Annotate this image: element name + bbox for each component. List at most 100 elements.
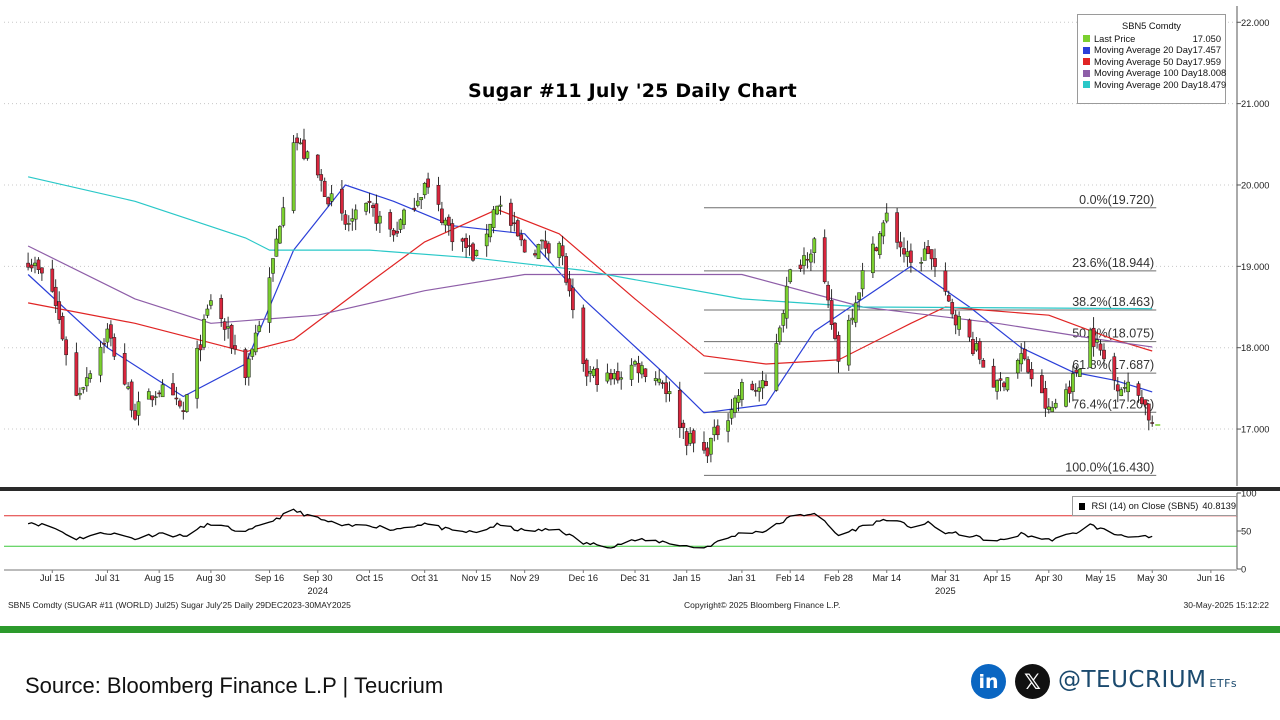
- candle-body: [374, 203, 379, 224]
- candle-body: [919, 262, 924, 264]
- source-caption: Source: Bloomberg Finance L.P | Teucrium: [25, 673, 444, 698]
- candle-body: [619, 377, 624, 380]
- candle-body: [709, 437, 713, 455]
- candle-body: [805, 258, 810, 261]
- candle-body: [174, 397, 179, 400]
- candle-body: [364, 202, 368, 212]
- candle-body: [833, 322, 837, 339]
- candle-body: [760, 380, 765, 389]
- candle-body: [1040, 375, 1044, 394]
- candle-body: [726, 420, 730, 432]
- rsi-axis-label: 100: [1241, 489, 1257, 499]
- candle-body: [1143, 399, 1148, 406]
- legend-entry-name: Moving Average 20 Day: [1094, 45, 1193, 56]
- candle-body: [1046, 406, 1051, 410]
- legend-swatch: [1083, 69, 1090, 77]
- candle-body: [781, 313, 786, 326]
- candle-body: [464, 237, 468, 248]
- rsi-legend-swatch: [1079, 502, 1086, 510]
- candle-body: [298, 142, 303, 145]
- legend-entry: Last Price 17.050: [1078, 33, 1225, 45]
- candle-body: [443, 219, 448, 226]
- candle-body: [315, 154, 320, 176]
- candle-body: [253, 332, 258, 353]
- candle-body: [112, 337, 117, 357]
- candle-body: [850, 317, 855, 321]
- candle-body: [822, 237, 827, 283]
- candle-body: [50, 268, 55, 292]
- candle-body: [557, 242, 562, 258]
- legend-entry: Moving Average 20 Day 17.457: [1078, 45, 1225, 57]
- candle-body: [1015, 360, 1020, 374]
- candle-body: [291, 142, 296, 211]
- candle-body: [226, 326, 230, 329]
- candle-body: [836, 335, 841, 362]
- candle-body: [278, 226, 282, 244]
- candle-body: [595, 368, 599, 385]
- candle-body: [664, 382, 668, 394]
- candle-body: [957, 316, 961, 330]
- candle-body: [181, 410, 186, 412]
- candle-body: [564, 256, 568, 283]
- candle-body: [271, 258, 275, 274]
- candle-body: [750, 383, 755, 391]
- legend-entry-name: Moving Average 100 Day: [1094, 68, 1198, 79]
- candle-body: [412, 207, 417, 211]
- x-axis-label: Apr 15: [983, 573, 1010, 583]
- candle-body: [953, 314, 958, 326]
- rsi-axis-label: 50: [1241, 527, 1251, 537]
- candle-body: [33, 262, 37, 266]
- candle-body: [398, 219, 403, 230]
- candle-body: [729, 409, 734, 419]
- candle-body: [322, 180, 327, 197]
- candle-body: [122, 353, 127, 385]
- candle-body: [995, 380, 999, 392]
- x-axis-label: Jan 31: [728, 573, 756, 583]
- candle-body: [81, 387, 86, 390]
- candle-body: [543, 240, 548, 249]
- candle-body: [591, 369, 596, 377]
- candle-body: [471, 243, 475, 261]
- x-axis-label: Oct 15: [356, 573, 383, 583]
- candle-body: [777, 327, 782, 342]
- candle-body: [826, 284, 830, 301]
- rsi-axis-label: 0: [1241, 565, 1246, 575]
- teucrium-handle[interactable]: @TEUCRIUM ETFs: [1058, 667, 1237, 693]
- x-axis-label: Apr 30: [1035, 573, 1062, 583]
- candle-body: [198, 344, 203, 351]
- candle-body: [981, 360, 986, 368]
- candle-body: [636, 362, 641, 374]
- legend-entry: Moving Average 100 Day 18.008: [1078, 68, 1227, 80]
- x-axis-label: May 15: [1085, 573, 1116, 583]
- candle-body: [1115, 384, 1120, 392]
- candle-body: [640, 365, 644, 375]
- candle-body: [74, 352, 79, 396]
- chart-title: Sugar #11 July '25 Daily Chart: [468, 80, 797, 102]
- candle-body: [881, 222, 886, 237]
- legend-entry-value: 18.479: [1197, 79, 1227, 90]
- legend-entry-value: 17.959: [1192, 56, 1221, 67]
- x-icon[interactable]: 𝕏: [1015, 664, 1050, 699]
- candle-body: [64, 339, 68, 356]
- candle-body: [991, 365, 996, 388]
- candle-body: [257, 325, 262, 332]
- candle-body: [302, 139, 306, 159]
- candle-body: [346, 223, 351, 225]
- candle-body: [712, 426, 717, 436]
- candle-body: [36, 259, 41, 270]
- candle-body: [474, 249, 479, 257]
- candle-body: [295, 137, 299, 144]
- candle-body: [202, 318, 206, 348]
- candle-body: [812, 238, 817, 253]
- legend-entry-name: Moving Average 50 Day: [1094, 56, 1193, 67]
- legend-entry-value: 18.008: [1197, 68, 1227, 79]
- linkedin-icon[interactable]: in: [971, 664, 1006, 699]
- candle-body: [367, 200, 372, 203]
- price-axis-label: 18.000: [1241, 343, 1269, 353]
- candle-body: [53, 286, 58, 306]
- candle-body: [733, 397, 737, 413]
- candle-body: [509, 202, 513, 226]
- candle-body: [977, 341, 982, 360]
- legend-swatch: [1083, 81, 1090, 89]
- candle-body: [943, 270, 948, 292]
